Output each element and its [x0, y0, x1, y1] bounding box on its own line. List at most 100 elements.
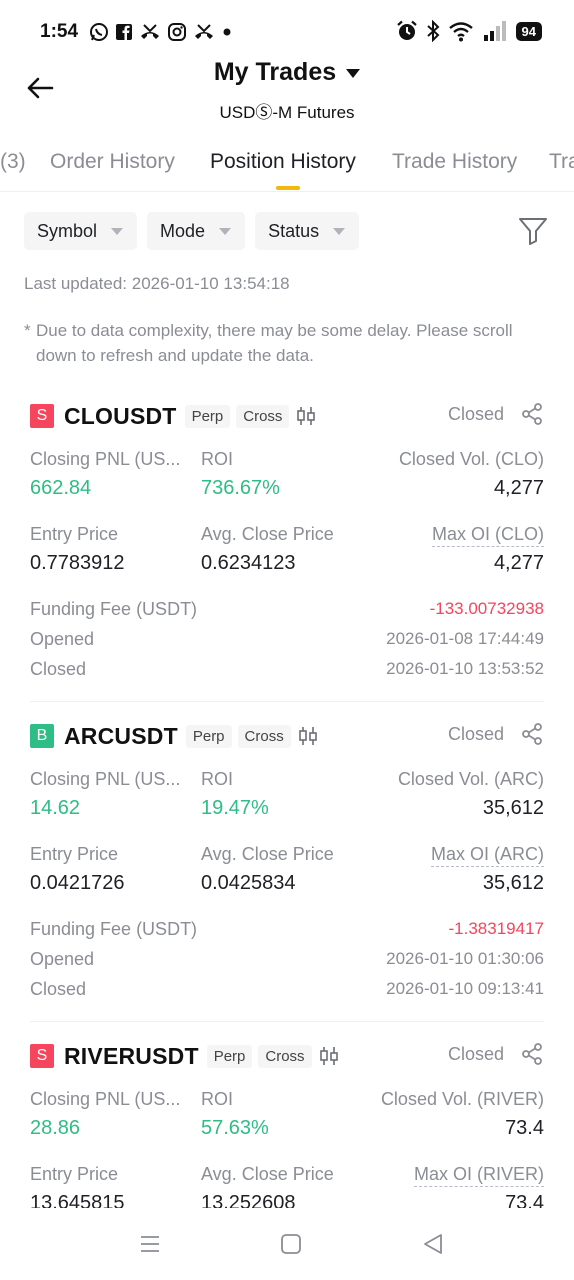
position-status: Closed	[447, 403, 504, 424]
home-button[interactable]	[276, 1230, 306, 1258]
position-status: Closed	[447, 723, 504, 744]
chart-button[interactable]	[318, 1046, 340, 1066]
facebook-icon	[116, 24, 132, 41]
card-divider	[30, 1021, 544, 1022]
status-time: 1:54	[40, 21, 79, 42]
max-oi-label[interactable]: Max OI (ARC)	[430, 844, 544, 867]
side-badge: B	[30, 724, 54, 748]
candlestick-icon	[319, 1047, 338, 1065]
system-icons: 94	[396, 20, 542, 42]
max-oi-value: 4,277	[493, 552, 544, 574]
status-filter-label: Status	[268, 220, 320, 241]
margin-mode-tag: Cross	[237, 724, 291, 748]
position-symbol: ARCUSDT	[64, 722, 178, 749]
closing-pnl-label: Closing PNL (US...	[30, 449, 181, 469]
page-subtitle: USDⓈ-M Futures	[219, 103, 355, 122]
margin-mode-tag: Cross	[258, 1044, 312, 1068]
closed-label: Closed	[30, 659, 87, 679]
position-card[interactable]: S CLOUSDT Perp Cross Closed Closing PNL …	[30, 400, 544, 690]
notification-icons	[89, 22, 233, 42]
active-tab-indicator	[276, 186, 300, 190]
home-icon	[281, 1234, 301, 1254]
avg-close-price-value: 0.0425834	[201, 872, 296, 894]
chart-button[interactable]	[297, 726, 319, 746]
tab-open-positions[interactable]: (3)	[0, 150, 26, 174]
back-nav-icon	[424, 1234, 442, 1254]
delay-notice: * Due to data complexity, there may be s…	[24, 318, 544, 368]
tab-order-history[interactable]: Order History	[50, 150, 175, 174]
funding-fee-value: -133.00732938	[429, 599, 544, 618]
share-icon[interactable]	[520, 722, 544, 746]
chart-button[interactable]	[295, 406, 317, 426]
status-bar: 1:54 94	[0, 0, 574, 64]
avg-close-price-value: 0.6234123	[201, 552, 296, 574]
caret-down-icon	[346, 69, 361, 78]
max-oi-label[interactable]: Max OI (RIVER)	[413, 1164, 544, 1187]
card-divider	[30, 701, 544, 702]
filter-bar: Symbol Mode Status	[24, 212, 360, 250]
contract-type-tag: Perp	[184, 404, 231, 428]
roi-value: 57.63%	[201, 1117, 269, 1139]
funnel-icon	[519, 218, 547, 245]
status-filter[interactable]: Status	[255, 212, 360, 250]
caret-down-icon	[333, 227, 346, 235]
funding-fee-label: Funding Fee (USDT)	[30, 919, 198, 939]
system-back-button[interactable]	[418, 1230, 448, 1258]
share-icon[interactable]	[520, 1042, 544, 1066]
roi-label: ROI	[201, 1089, 234, 1109]
share-icon[interactable]	[520, 402, 544, 426]
missed-call-icon	[195, 24, 213, 39]
entry-price-value: 0.0421726	[30, 872, 125, 894]
notice-asterisk: *	[24, 321, 31, 340]
closed-vol-value: 35,612	[482, 797, 544, 819]
bluetooth-icon	[426, 20, 439, 42]
candlestick-icon	[297, 407, 316, 425]
position-status: Closed	[447, 1043, 504, 1064]
avg-close-price-label: Avg. Close Price	[201, 1164, 334, 1184]
candlestick-icon	[298, 727, 317, 745]
contract-type-tag: Perp	[206, 1044, 253, 1068]
opened-time: 2026-01-10 01:30:06	[386, 949, 544, 968]
symbol-filter[interactable]: Symbol	[24, 212, 138, 250]
closed-vol-value: 73.4	[505, 1117, 544, 1139]
entry-price-label: Entry Price	[30, 844, 119, 864]
page-title: My Trades	[213, 58, 337, 86]
roi-value: 736.67%	[201, 477, 280, 499]
mode-filter-label: Mode	[160, 220, 206, 241]
entry-price-label: Entry Price	[30, 1164, 119, 1184]
side-badge: S	[30, 404, 54, 428]
position-symbol: CLOUSDT	[64, 402, 177, 429]
title-dropdown[interactable]: My Trades	[0, 58, 574, 87]
closed-vol-label: Closed Vol. (ARC)	[397, 769, 544, 789]
max-oi-value: 73.4	[505, 1192, 544, 1208]
funding-fee-label: Funding Fee (USDT)	[30, 599, 198, 619]
closed-vol-label: Closed Vol. (CLO)	[398, 449, 544, 469]
tab-trade-history[interactable]: Trade History	[392, 150, 517, 174]
closed-vol-value: 4,277	[493, 477, 544, 499]
position-card[interactable]: B ARCUSDT Perp Cross Closed Closing PNL …	[30, 720, 544, 1010]
tab-bar: (3) Order History Position History Trade…	[0, 144, 574, 192]
max-oi-label[interactable]: Max OI (CLO)	[431, 524, 544, 547]
instagram-icon	[168, 23, 186, 41]
tab-transaction-history[interactable]: Tra	[549, 150, 574, 174]
entry-price-label: Entry Price	[30, 524, 119, 544]
mode-filter[interactable]: Mode	[147, 212, 246, 250]
closed-time: 2026-01-10 13:53:52	[386, 659, 544, 678]
caret-down-icon	[219, 227, 232, 235]
closed-label: Closed	[30, 979, 87, 999]
recent-apps-button[interactable]	[135, 1230, 165, 1258]
alarm-icon	[396, 20, 417, 40]
margin-mode-tag: Cross	[236, 404, 290, 428]
last-updated: Last updated: 2026-01-10 13:54:18	[24, 274, 290, 293]
closing-pnl-value: 662.84	[30, 477, 92, 499]
funnel-filter-button[interactable]	[518, 215, 548, 247]
opened-time: 2026-01-08 17:44:49	[386, 629, 544, 648]
closing-pnl-label: Closing PNL (US...	[30, 1089, 181, 1109]
position-card[interactable]: S RIVERUSDT Perp Cross Closed Closing PN…	[30, 1040, 544, 1208]
roi-label: ROI	[201, 449, 234, 469]
tab-position-history[interactable]: Position History	[210, 150, 356, 174]
max-oi-value: 35,612	[482, 872, 544, 894]
position-symbol: RIVERUSDT	[64, 1042, 199, 1069]
closed-time: 2026-01-10 09:13:41	[386, 979, 544, 998]
closed-vol-label: Closed Vol. (RIVER)	[380, 1089, 544, 1109]
